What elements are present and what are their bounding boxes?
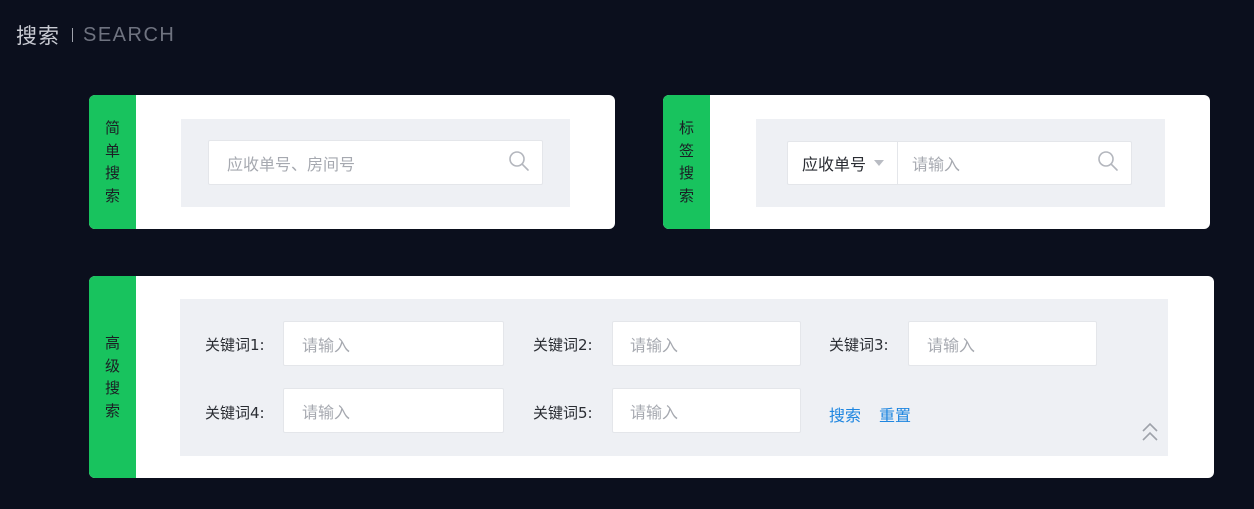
keyword5-input[interactable]: 请输入 [612, 388, 801, 433]
keyword2-label: 关键词2: [533, 336, 593, 354]
field-select-value: 应收单号 [802, 155, 867, 174]
keyword5-label: 关键词5: [533, 404, 593, 422]
reset-button[interactable]: 重置 [879, 402, 911, 426]
advanced-search-panel: 关键词1: 请输入 关键词2: 请输入 关键词3: 请输入 关键词4: 请输入 … [180, 299, 1168, 456]
tag-char: 搜 [104, 164, 120, 182]
simple-search-placeholder: 应收单号、房间号 [227, 154, 356, 174]
tag-char: 简 [104, 119, 120, 137]
tag-search-panel: 应收单号 请输入 [756, 119, 1165, 207]
simple-search-tag: 简 单 搜 索 [89, 95, 136, 229]
tag-char: 索 [678, 186, 694, 205]
simple-search-panel: 应收单号、房间号 [181, 119, 570, 207]
tag-char: 标 [678, 119, 694, 137]
advanced-search-card: 高 级 搜 索 关键词1: 请输入 关键词2: 请输入 关键词3: 请输入 关键… [89, 276, 1214, 478]
keyword4-input[interactable]: 请输入 [283, 388, 504, 433]
title-divider [72, 28, 73, 42]
page-header: 搜索 SEARCH [16, 20, 175, 50]
caret-down-icon [874, 160, 885, 166]
tag-char: 搜 [104, 379, 120, 397]
tag-search-tag: 标 签 搜 索 [663, 95, 710, 229]
tag-char: 单 [104, 141, 120, 160]
tag-search-field: 应收单号 请输入 [787, 141, 1132, 185]
keyword5-placeholder: 请输入 [630, 402, 679, 422]
keyword2-input[interactable]: 请输入 [612, 321, 801, 366]
search-button[interactable]: 搜索 [829, 402, 861, 426]
keyword1-placeholder: 请输入 [302, 335, 351, 355]
page-title: 搜索 [16, 24, 60, 48]
tag-char: 搜 [678, 164, 694, 182]
collapse-up-icon[interactable] [1141, 421, 1159, 447]
keyword2-placeholder: 请输入 [630, 335, 679, 355]
keyword4-label: 关键词4: [205, 404, 265, 422]
page-subtitle: SEARCH [83, 23, 176, 46]
tag-char: 索 [104, 401, 120, 420]
keyword1-label: 关键词1: [205, 336, 265, 354]
keyword4-placeholder: 请输入 [302, 402, 351, 422]
tag-char: 级 [104, 356, 120, 375]
tag-char: 高 [104, 334, 120, 352]
keyword3-placeholder: 请输入 [927, 335, 976, 355]
advanced-search-tag: 高 级 搜 索 [89, 276, 136, 478]
keyword3-input[interactable]: 请输入 [908, 321, 1097, 366]
tag-char: 索 [104, 186, 120, 205]
keyword3-label: 关键词3: [829, 336, 889, 354]
tag-search-placeholder: 请输入 [912, 155, 961, 174]
tag-search-card: 标 签 搜 索 应收单号 请输入 [663, 95, 1210, 229]
field-select[interactable]: 应收单号 [788, 142, 899, 184]
simple-search-input[interactable]: 应收单号、房间号 [208, 140, 543, 185]
tag-char: 签 [678, 141, 694, 160]
search-icon[interactable] [1097, 150, 1119, 176]
search-icon[interactable] [508, 150, 530, 176]
keyword1-input[interactable]: 请输入 [283, 321, 504, 366]
simple-search-card: 简 单 搜 索 应收单号、房间号 [89, 95, 615, 229]
